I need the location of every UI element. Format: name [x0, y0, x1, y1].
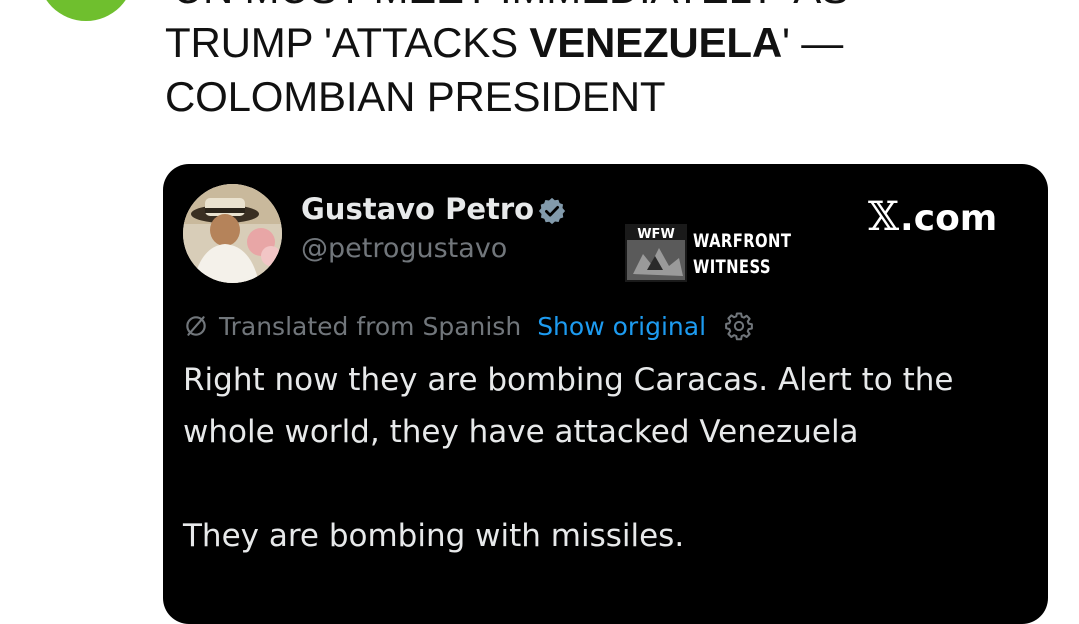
watermark-line-1: WARFRONT — [693, 230, 792, 252]
tweet-paragraph-2: They are bombing with missiles. — [183, 518, 685, 554]
warfront-witness-watermark: WFW WARFRONT WITNESS — [625, 224, 805, 286]
translated-from-label: Translated from Spanish — [219, 311, 522, 341]
headline-line-2-pre: TRUMP 'ATTACKS — [165, 19, 530, 66]
tweet-paragraph-1: Right now they are bombing Caracas. Aler… — [183, 362, 954, 450]
gear-icon[interactable] — [724, 311, 754, 341]
x-logo-icon: 𝕏 — [868, 194, 900, 240]
author-name[interactable]: Gustavo Petro — [301, 192, 534, 226]
wm-logo-text: WFW — [637, 227, 675, 242]
headline-line-2-post: ' — — [781, 19, 844, 66]
watermark-line-2: WITNESS — [693, 256, 771, 278]
embedded-tweet-image[interactable]: Gustavo Petro @petrogustavo WFW WARFRONT… — [163, 164, 1048, 624]
author-avatar — [183, 184, 282, 283]
watermark-text: WARFRONT WITNESS — [693, 228, 791, 280]
source-domain: .com — [900, 198, 998, 239]
author-avatar-illustration — [183, 184, 282, 283]
tweet-text: Right now they are bombing Caracas. Aler… — [183, 354, 1033, 562]
post-headline: 'UN MUST MEET IMMEDIATELY' AS TRUMP 'ATT… — [165, 0, 1045, 124]
headline-line-2-bold: VENEZUELA — [529, 19, 782, 66]
warfront-witness-logo: WFW — [625, 224, 687, 282]
translation-row: Translated from Spanish Show original — [183, 309, 754, 343]
author-handle[interactable]: @petrogustavo — [301, 233, 507, 264]
source-label: 𝕏.com — [868, 194, 997, 240]
verified-badge-icon — [538, 197, 566, 225]
headline-line-2: TRUMP 'ATTACKS VENEZUELA' — — [165, 16, 1045, 70]
headline-line-3: COLOMBIAN PRESIDENT — [165, 73, 666, 120]
show-original-link[interactable]: Show original — [537, 312, 706, 341]
poster-avatar[interactable] — [38, 0, 134, 21]
headline-line-1: 'UN MUST MEET IMMEDIATELY' AS — [165, 0, 1045, 16]
translate-icon — [186, 316, 206, 336]
